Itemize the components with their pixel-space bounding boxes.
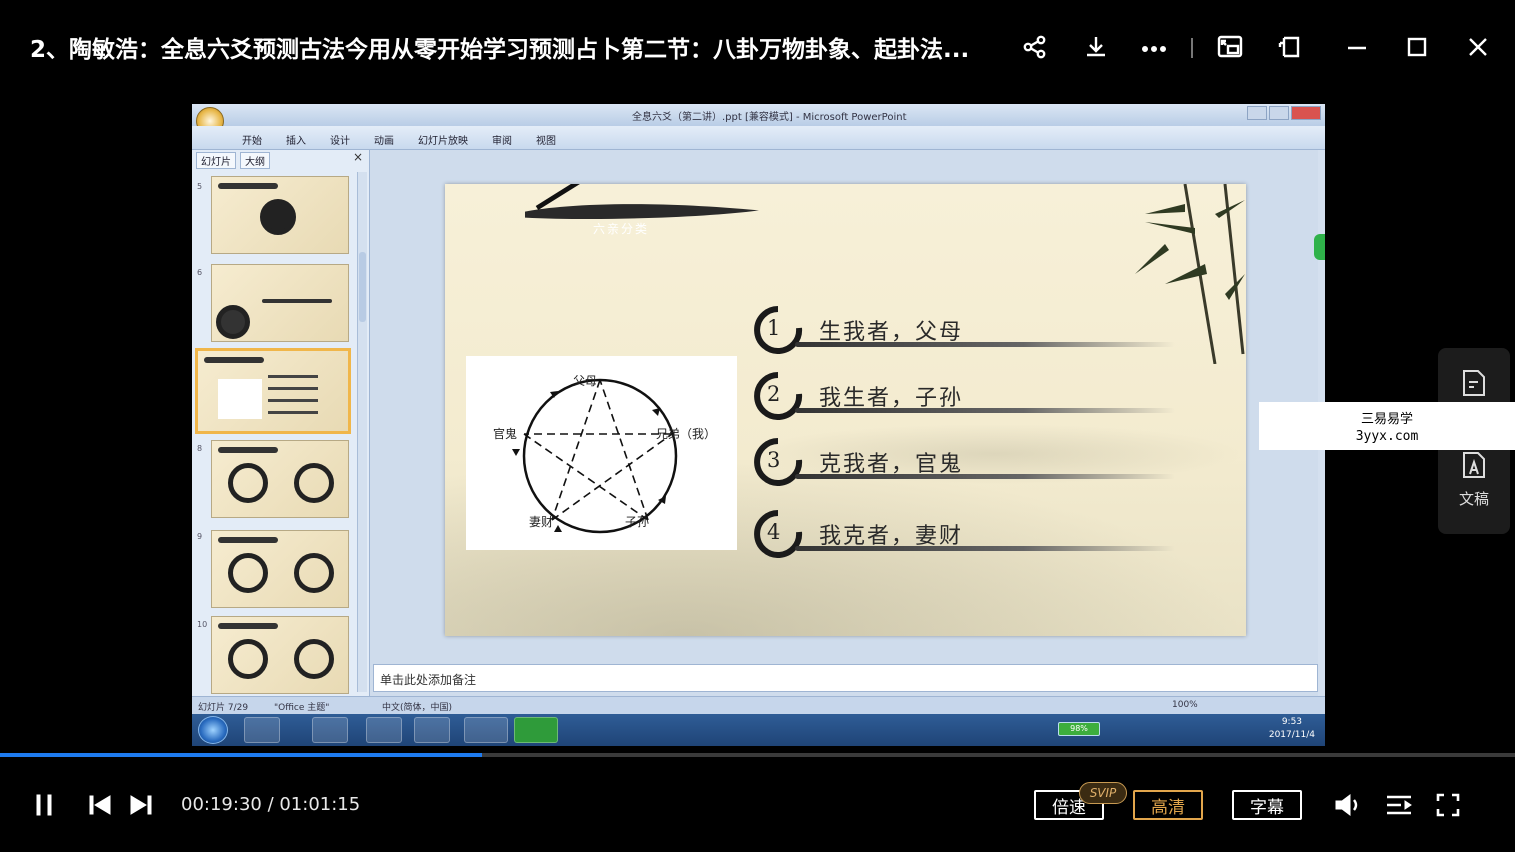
ribbon-tab: 审阅 (492, 136, 512, 147)
start-orb-icon (198, 716, 228, 744)
node-fumu: 父母 (573, 374, 598, 388)
transcript-label[interactable]: 文稿 (1459, 488, 1489, 509)
item-number: 4 (767, 520, 781, 544)
more-icon[interactable] (1137, 30, 1171, 64)
mini-window-icon[interactable] (1273, 30, 1307, 64)
panel-tabs: 幻灯片 大纲 (196, 152, 270, 169)
panel-scrollbar (357, 172, 367, 692)
ppt-window-title: 全息六爻（第二讲）.ppt [兼容模式] - Microsoft PowerPo… (632, 112, 907, 123)
item-number: 3 (767, 448, 781, 472)
slide-canvas: 六亲分类 父母 兄弟（我） 子孙 妻财 官鬼 1 生我者，父母 2 我生者，子孙… (445, 184, 1246, 636)
video-title: 2、陶敏浩：全息六爻预测古法今用从零开始学习预测占卜第二节：八卦万物卦象、起卦法… (30, 37, 970, 63)
pip-icon[interactable] (1213, 30, 1247, 64)
taskbar-app-icon (514, 717, 558, 743)
slide-thumbnail (211, 176, 349, 254)
slides-panel: 幻灯片 大纲 × 5 6 7 8 9 (192, 150, 370, 698)
liuqin-item: 4 我克者，妻财 (745, 508, 1245, 564)
status-theme: "Office 主题" (274, 703, 330, 713)
svip-badge: SVIP (1079, 782, 1127, 804)
taskbar-app-icon (366, 717, 402, 743)
taskbar-app-icon (312, 717, 348, 743)
slide-thumbnail-selected (195, 348, 351, 434)
ribbon-tab: 设计 (330, 136, 350, 147)
ribbon-tab: 开始 (242, 136, 262, 147)
tray-clock: 9:53 2017/11/4 (1269, 716, 1315, 742)
slide-banner-title: 六亲分类 (593, 222, 650, 236)
panel-tab-slides: 幻灯片 (196, 152, 236, 169)
notes-pane: 单击此处添加备注 (373, 664, 1318, 692)
status-zoom: 100% (1172, 700, 1198, 710)
tray-date: 2017/11/4 (1268, 730, 1315, 740)
thumb-number: 10 (197, 620, 208, 629)
ink-brush-banner (525, 184, 759, 220)
ribbon-tab: 幻灯片放映 (418, 136, 468, 147)
ribbon-tab: 动画 (374, 136, 394, 147)
thumb-number: 9 (197, 532, 203, 541)
thumb-number: 6 (197, 268, 203, 277)
previous-icon[interactable] (86, 790, 114, 820)
slide-thumbnail (211, 440, 349, 518)
close-icon[interactable] (1461, 30, 1495, 64)
quality-label: 高清 (1151, 797, 1185, 818)
playlist-icon[interactable] (1383, 790, 1415, 820)
node-zisun: 子孙 (625, 515, 650, 529)
panel-tab-outline: 大纲 (240, 152, 270, 169)
node-xiongdi: 兄弟（我） (656, 427, 717, 441)
battery-indicator: 98% (1058, 722, 1100, 736)
watermark-line1: 三易易学 (1360, 412, 1413, 427)
thumb-number: 8 (197, 444, 203, 453)
share-icon[interactable] (1018, 30, 1052, 64)
liuqin-item: 1 生我者，父母 (745, 304, 1245, 360)
node-guangui: 官鬼 (493, 427, 518, 441)
windows-taskbar: 98% 9:53 2017/11/4 (192, 714, 1325, 746)
quality-button[interactable]: 高清 (1133, 790, 1203, 820)
next-icon[interactable] (127, 790, 155, 820)
ppt-titlebar: 全息六爻（第二讲）.ppt [兼容模式] - Microsoft PowerPo… (192, 104, 1325, 126)
subtitle-button[interactable]: 字幕 (1232, 790, 1302, 820)
video-frame[interactable]: 全息六爻（第二讲）.ppt [兼容模式] - Microsoft PowerPo… (192, 104, 1325, 746)
floating-tab (1314, 234, 1325, 260)
watermark: 三易易学 3yyx.com (1259, 402, 1515, 450)
tray-time: 9:53 (1281, 717, 1303, 727)
watermark-line2: 3yyx.com (1355, 429, 1419, 444)
progress-bar[interactable] (0, 753, 1515, 757)
notes-placeholder: 单击此处添加备注 (380, 673, 477, 687)
download-icon[interactable] (1079, 30, 1113, 64)
node-qicai: 妻财 (529, 515, 554, 529)
volume-icon[interactable] (1332, 790, 1366, 820)
item-number: 2 (767, 382, 781, 406)
fullscreen-icon[interactable] (1432, 790, 1464, 820)
minimize-icon[interactable] (1340, 30, 1374, 64)
taskbar-app-icon (464, 717, 508, 743)
thumb-number: 5 (197, 182, 203, 191)
taskbar-app-icon (244, 717, 280, 743)
liuqin-item: 2 我生者，子孙 (745, 370, 1245, 426)
taskbar-app-icon (414, 717, 450, 743)
ppt-ribbon: 开始 插入 设计 动画 幻灯片放映 审阅 视图 (192, 126, 1325, 150)
notes-edit-icon[interactable] (1460, 368, 1488, 398)
item-number: 1 (767, 316, 781, 340)
slide-thumbnail (211, 264, 349, 342)
subtitle-label: 字幕 (1250, 797, 1284, 818)
status-slide-count: 幻灯片 7/29 (198, 703, 249, 713)
window-titlebar: 2、陶敏浩：全息六爻预测古法今用从零开始学习预测占卜第二节：八卦万物卦象、起卦法… (0, 0, 1515, 98)
toolbar-separator (1191, 38, 1193, 58)
playback-time: 00:19:30 / 01:01:15 (181, 794, 361, 815)
status-language: 中文(简体，中国) (382, 703, 453, 713)
transcript-icon[interactable] (1460, 450, 1488, 480)
maximize-icon[interactable] (1400, 30, 1434, 64)
ribbon-tab: 视图 (536, 136, 556, 147)
slide-thumbnail (211, 616, 349, 694)
liuqin-item: 3 克我者，官鬼 (745, 436, 1245, 492)
slide-thumbnail (211, 530, 349, 608)
progress-fill (0, 753, 483, 757)
ribbon-tab: 插入 (286, 136, 306, 147)
ppt-window-controls (1247, 106, 1321, 120)
ppt-statusbar: 幻灯片 7/29 "Office 主题" 中文(简体，中国) 100% (192, 696, 1325, 714)
liuqin-cycle-diagram: 父母 兄弟（我） 子孙 妻财 官鬼 (466, 356, 737, 550)
pause-icon[interactable] (30, 790, 58, 820)
panel-close-icon: × (352, 150, 363, 164)
